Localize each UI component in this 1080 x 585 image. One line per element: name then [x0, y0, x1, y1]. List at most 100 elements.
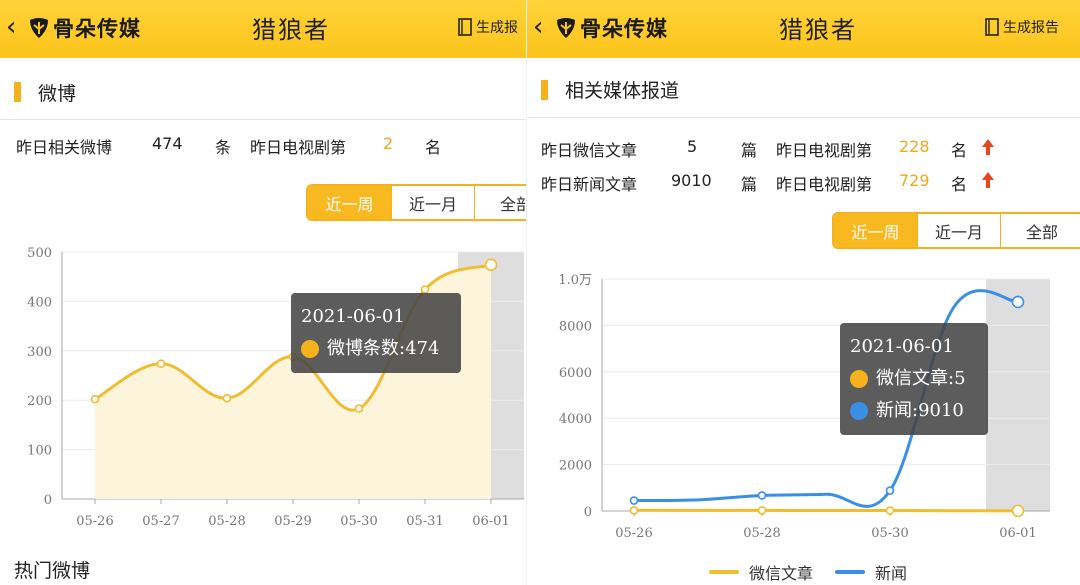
- data-point: [156, 359, 166, 368]
- data-point: [484, 258, 498, 272]
- highlight-band: [986, 279, 1050, 511]
- document-icon: [458, 18, 472, 36]
- tab-week[interactable]: 近一周: [308, 186, 391, 219]
- top-bar: ‹ 骨朵传媒 猎狼者 生成报: [0, 0, 526, 58]
- brand-logo: 骨朵传媒: [28, 13, 141, 43]
- data-point: [885, 506, 895, 515]
- series-dot-icon: [850, 402, 868, 420]
- y-tick-label: 100: [27, 444, 52, 459]
- data-point: [354, 404, 364, 413]
- tooltip-label: 新闻: [876, 400, 912, 421]
- section-accent-bar: [541, 80, 548, 100]
- leaf-logo-icon: [30, 18, 48, 38]
- generate-report-button[interactable]: 生成报: [458, 17, 518, 37]
- news-count-unit: 篇: [741, 175, 758, 194]
- tooltip-value: 474: [405, 338, 440, 359]
- hot-weibo-title: 热门微博: [14, 560, 91, 582]
- page-title: 猎狼者: [779, 16, 857, 44]
- legend-label-news[interactable]: 新闻: [875, 560, 907, 584]
- data-point: [1011, 504, 1025, 518]
- weibo-chart[interactable]: 0 100 200 300 400 500 05-26 05-27 05-28 05-29 05-3…: [0, 236, 526, 536]
- x-tick-label: 05-29: [274, 514, 311, 529]
- report-label: 生成报: [476, 20, 518, 36]
- series-dot-icon: [850, 370, 868, 388]
- chart-legend: 微信文章 新闻: [709, 560, 907, 584]
- y-tick-label: 4000: [559, 412, 592, 427]
- news-count-value: 9010: [671, 171, 712, 190]
- tab-all[interactable]: 全部: [1000, 214, 1080, 247]
- tooltip-value: 9010: [918, 400, 964, 421]
- legend-swatch-wechat: [709, 570, 739, 574]
- wechat-count-unit: 篇: [741, 141, 758, 160]
- tv-rank-label: 昨日电视剧第: [250, 138, 347, 157]
- x-tick-label: 05-28: [208, 514, 245, 529]
- section-title: 相关媒体报道: [565, 80, 680, 102]
- tooltip-value: 5: [954, 368, 966, 389]
- news-tv-rank-value: 729: [899, 171, 930, 190]
- section-header: 微博: [0, 62, 526, 120]
- tv-rank-value: 2: [383, 134, 394, 153]
- media-chart[interactable]: 0 2000 4000 6000 8000 1.0万 05-26 05-28 05-30 06-0…: [527, 262, 1080, 542]
- data-point: [420, 285, 430, 294]
- document-icon: [985, 18, 999, 36]
- leaf-logo-icon: [557, 18, 575, 38]
- news-count-label: 昨日新闻文章: [541, 175, 638, 194]
- tooltip-row-wechat: 微信文章:5: [850, 363, 978, 395]
- y-tick-label: 0: [584, 505, 592, 520]
- tooltip-date: 2021-06-01: [301, 306, 405, 327]
- data-point: [757, 506, 767, 515]
- data-point: [222, 393, 232, 403]
- wechat-tv-rank-label: 昨日电视剧第: [776, 141, 873, 160]
- chevron-left-icon[interactable]: ‹: [6, 12, 16, 42]
- series-dot-icon: [301, 340, 319, 358]
- wechat-tv-rank-value: 228: [899, 137, 930, 156]
- data-point: [90, 394, 100, 404]
- tab-month[interactable]: 近一月: [391, 186, 474, 219]
- weibo-count-label: 昨日相关微博: [16, 138, 113, 157]
- top-bar: ‹ 骨朵传媒 猎狼者 生成报告: [527, 0, 1080, 58]
- tab-week[interactable]: 近一周: [834, 214, 917, 247]
- generate-report-button[interactable]: 生成报告: [985, 17, 1059, 37]
- y-tick-label: 400: [27, 295, 52, 310]
- y-tick-label: 2000: [559, 459, 592, 474]
- weibo-panel: ‹ 骨朵传媒 猎狼者 生成报 微博 昨日相关微博 474 条 昨日电视剧第 2 …: [0, 0, 526, 585]
- data-point: [629, 496, 639, 505]
- legend-label-wechat[interactable]: 微信文章: [749, 560, 813, 584]
- wechat-tv-rank-unit: 名: [951, 141, 968, 160]
- y-tick-label: 200: [27, 394, 52, 409]
- data-point: [629, 506, 639, 515]
- tooltip-row-news: 新闻:9010: [850, 395, 978, 427]
- tooltip-date: 2021-06-01: [850, 336, 954, 357]
- brand-logo: 骨朵传媒: [555, 13, 668, 43]
- tv-rank-unit: 名: [425, 138, 442, 157]
- section-header: 相关媒体报道: [527, 60, 1080, 118]
- x-tick-label: 06-01: [472, 514, 509, 529]
- arrow-up-icon: [982, 139, 994, 155]
- report-label: 生成报告: [1003, 20, 1059, 36]
- media-panel: ‹ 骨朵传媒 猎狼者 生成报告 相关媒体报道 昨日微信文章 5 篇 昨日电视剧第…: [526, 0, 1080, 585]
- tooltip-label: 微信文章: [876, 368, 948, 389]
- x-tick-label: 05-30: [871, 526, 908, 541]
- page-title: 猎狼者: [252, 16, 330, 44]
- wechat-count-label: 昨日微信文章: [541, 141, 638, 160]
- y-tick-label: 6000: [559, 366, 592, 381]
- data-point: [1011, 295, 1025, 309]
- y-tick-label: 0: [44, 493, 52, 508]
- tooltip-row: 微博条数:474: [301, 333, 451, 365]
- x-tick-label: 05-31: [406, 514, 443, 529]
- series-line: [633, 508, 1019, 513]
- x-tick-label: 05-27: [142, 514, 179, 529]
- tab-all[interactable]: 全部: [474, 186, 526, 219]
- logo-text: 骨朵传媒: [580, 18, 668, 41]
- y-tick-label: 300: [27, 345, 52, 360]
- y-tick-label: 500: [27, 246, 52, 261]
- section-title: 微博: [38, 83, 77, 105]
- range-tabs: 近一周 近一月 全部: [306, 184, 526, 221]
- news-tv-rank-unit: 名: [951, 175, 968, 194]
- x-tick-label: 05-30: [340, 514, 377, 529]
- x-tick-label: 05-26: [615, 526, 652, 541]
- tab-month[interactable]: 近一月: [917, 214, 1000, 247]
- data-point: [885, 486, 895, 495]
- chevron-left-icon[interactable]: ‹: [533, 12, 543, 42]
- tooltip-label: 微博条数: [327, 338, 399, 359]
